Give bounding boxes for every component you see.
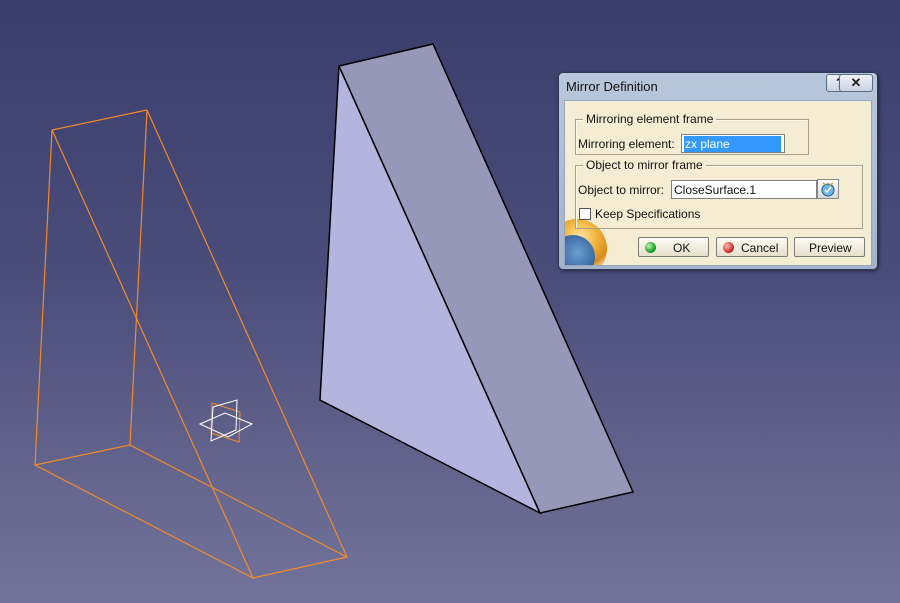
wireframe-edge <box>34 129 255 580</box>
mirroring-element-label: Mirroring element: <box>578 137 675 151</box>
mirror-definition-dialog: Mirror Definition ? ✕ Mirroring element … <box>558 72 878 270</box>
object-to-mirror-frame-legend: Object to mirror frame <box>583 158 706 172</box>
ok-icon <box>645 242 656 253</box>
wireframe-wedge[interactable] <box>34 109 349 580</box>
preview-label: Preview <box>809 241 852 255</box>
element-list-button[interactable] <box>817 179 839 199</box>
keep-specifications-label: Keep Specifications <box>595 207 701 221</box>
wireframe-edge <box>34 444 131 466</box>
mirroring-element-field[interactable]: zx plane <box>681 134 785 153</box>
close-icon: ✕ <box>850 75 862 90</box>
cancel-label: Cancel <box>741 241 779 255</box>
cancel-button[interactable]: Cancel <box>716 237 788 257</box>
cancel-icon <box>723 242 734 253</box>
object-to-mirror-field[interactable]: CloseSurface.1 <box>671 180 817 199</box>
dialog-title: Mirror Definition <box>566 79 658 94</box>
wireframe-edge <box>51 109 148 131</box>
dialog-titlebar[interactable]: Mirror Definition ? ✕ <box>559 73 877 97</box>
keep-specifications-checkbox[interactable] <box>579 208 591 220</box>
multi-selection-icon <box>821 182 835 197</box>
mirroring-element-frame-legend: Mirroring element frame <box>583 112 717 126</box>
object-to-mirror-label: Object to mirror: <box>578 183 665 197</box>
ok-button[interactable]: OK <box>638 237 709 257</box>
ok-label: OK <box>673 241 691 255</box>
wireframe-edge <box>252 556 348 579</box>
plane-indicator-icon[interactable] <box>198 399 254 443</box>
dialog-body: Mirroring element frame Mirroring elemen… <box>564 100 872 266</box>
close-button[interactable]: ✕ <box>839 74 873 92</box>
wireframe-edge <box>129 109 349 559</box>
preview-button[interactable]: Preview <box>794 237 865 257</box>
mirroring-element-value: zx plane <box>684 136 781 152</box>
